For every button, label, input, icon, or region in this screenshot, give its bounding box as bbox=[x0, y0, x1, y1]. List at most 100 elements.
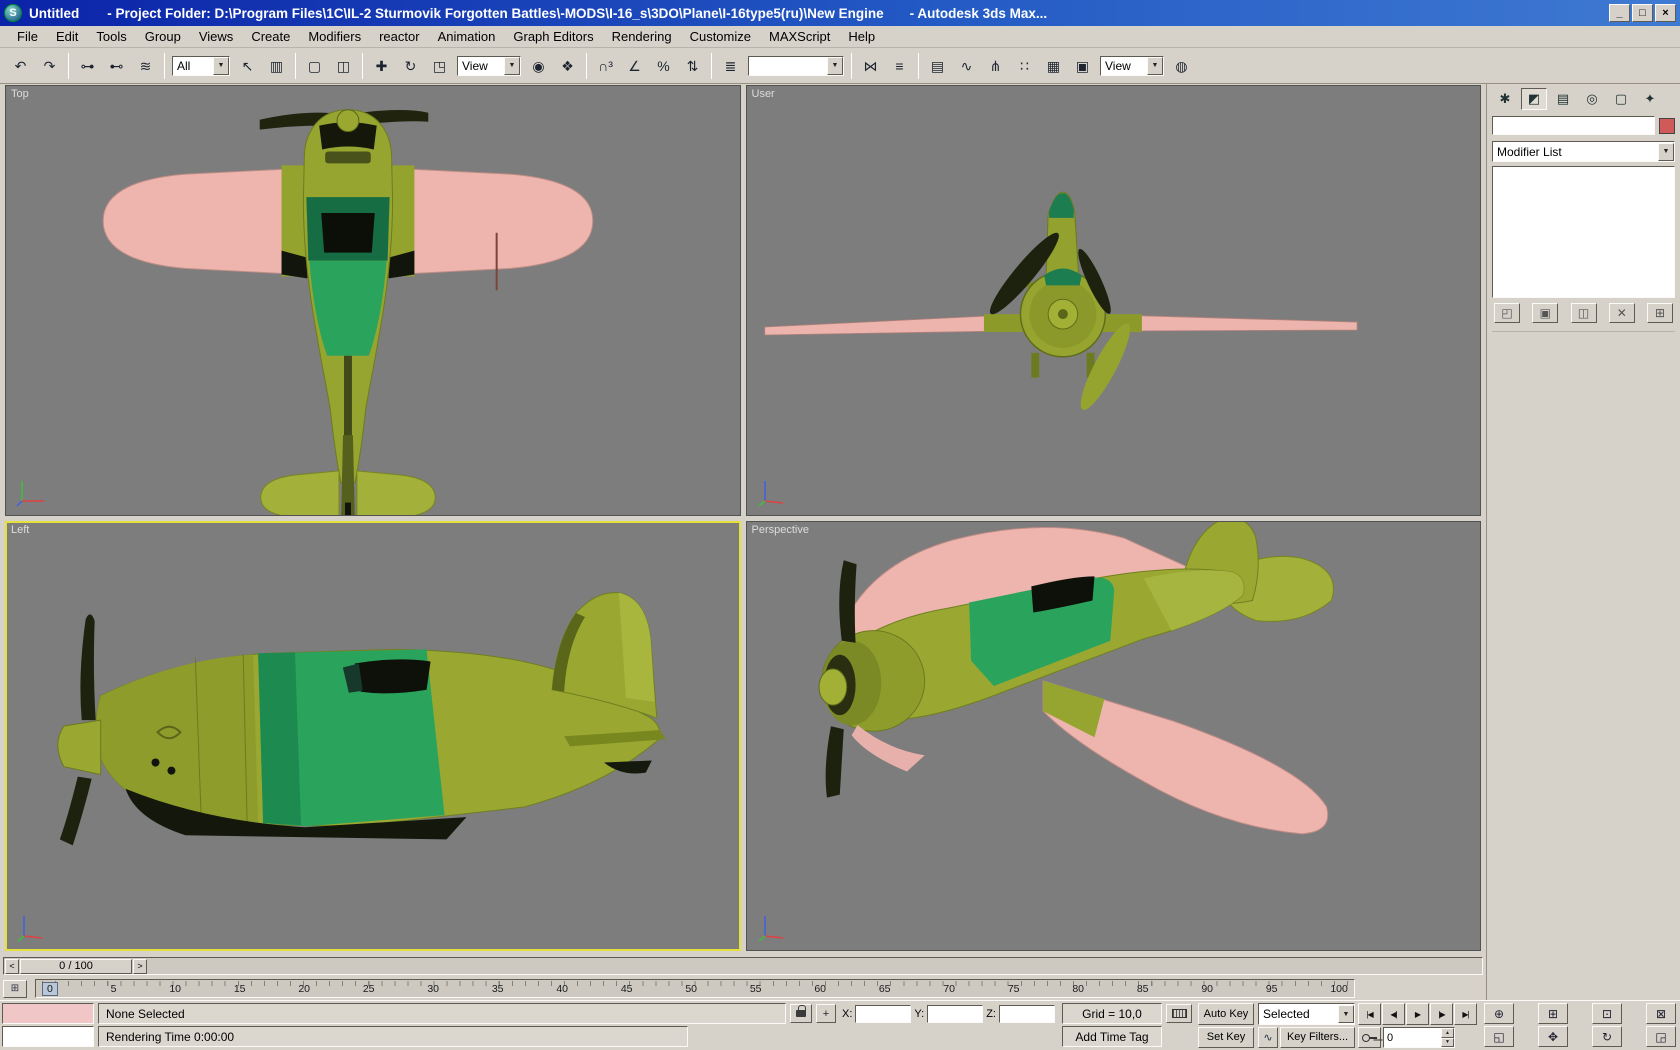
zoom-button[interactable]: ⊕ bbox=[1484, 1003, 1514, 1024]
select-object-button[interactable]: ↖ bbox=[234, 53, 261, 78]
select-and-link-button[interactable]: ⊶ bbox=[74, 53, 101, 78]
configure-modifier-sets-button[interactable]: ⊞ bbox=[1647, 303, 1673, 323]
menu-views[interactable]: Views bbox=[190, 27, 242, 46]
viewport-left-label[interactable]: Left bbox=[11, 524, 29, 536]
z-coordinate-field[interactable] bbox=[998, 1004, 1055, 1023]
reference-coordinate-dropdown[interactable]: View ▼ bbox=[457, 55, 521, 76]
align-button[interactable]: ≡ bbox=[886, 53, 913, 78]
unlink-selection-button[interactable]: ⊷ bbox=[103, 53, 130, 78]
remove-modifier-button[interactable]: ✕ bbox=[1608, 303, 1635, 323]
set-key-button[interactable]: Set Key bbox=[1198, 1027, 1254, 1048]
window-crossing-toggle-button[interactable]: ◫ bbox=[330, 53, 357, 78]
modifier-stack[interactable] bbox=[1492, 166, 1675, 298]
chevron-down-icon[interactable]: ▼ bbox=[1658, 142, 1674, 161]
add-time-tag[interactable]: Add Time Tag bbox=[1062, 1026, 1162, 1047]
hierarchy-tab[interactable]: ▤ bbox=[1550, 88, 1576, 110]
chevron-down-icon[interactable]: ▼ bbox=[504, 56, 520, 75]
keyboard-shortcut-override-toggle[interactable] bbox=[1166, 1004, 1192, 1023]
percent-snap-button[interactable]: % bbox=[650, 53, 677, 78]
chevron-down-icon[interactable]: ▼ bbox=[827, 56, 843, 75]
modify-tab[interactable]: ◩ bbox=[1521, 88, 1547, 110]
selection-filter-dropdown[interactable]: All ▼ bbox=[172, 55, 230, 76]
viewport-top[interactable]: Top bbox=[5, 85, 741, 516]
new-key-tangent-button[interactable]: ∿ bbox=[1258, 1027, 1278, 1048]
maximize-button[interactable]: □ bbox=[1632, 4, 1653, 22]
menu-reactor[interactable]: reactor bbox=[370, 27, 428, 46]
angle-snap-button[interactable]: ∠ bbox=[621, 53, 648, 78]
time-slider-prev-arrow[interactable]: < bbox=[5, 958, 19, 974]
menu-animation[interactable]: Animation bbox=[429, 27, 505, 46]
snaps-toggle-button[interactable]: ∩³ bbox=[592, 53, 619, 78]
spinner-down-icon[interactable]: ▼ bbox=[1441, 1037, 1454, 1047]
time-slider-next-arrow[interactable]: > bbox=[133, 958, 147, 974]
display-tab[interactable]: ▢ bbox=[1608, 88, 1634, 110]
key-filters-button[interactable]: Key Filters... bbox=[1280, 1027, 1355, 1048]
y-coordinate-field[interactable] bbox=[927, 1004, 984, 1023]
title-bar[interactable]: S Untitled - Project Folder: D:\Program … bbox=[0, 0, 1680, 26]
named-selection-dropdown[interactable]: ▼ bbox=[748, 55, 844, 76]
menu-help[interactable]: Help bbox=[839, 27, 884, 46]
menu-create[interactable]: Create bbox=[242, 27, 299, 46]
redo-button[interactable]: ↷ bbox=[36, 53, 63, 78]
show-end-result-button[interactable]: ▣ bbox=[1532, 303, 1559, 323]
menu-graph-editors[interactable]: Graph Editors bbox=[504, 27, 602, 46]
bind-to-space-warp-button[interactable]: ≋ bbox=[132, 53, 159, 78]
track-bar[interactable]: 0 5 10 15 20 25 30 35 40 45 50 55 60 65 … bbox=[35, 979, 1355, 998]
edit-named-selection-sets-button[interactable]: ≣ bbox=[717, 53, 744, 78]
open-mini-curve-editor-button[interactable]: ⊞ bbox=[3, 979, 27, 998]
viewport-perspective[interactable]: Perspective bbox=[745, 520, 1481, 951]
pan-view-button[interactable]: ✥ bbox=[1538, 1026, 1568, 1047]
undo-button[interactable]: ↶ bbox=[7, 53, 34, 78]
render-view-dropdown[interactable]: View ▼ bbox=[1100, 55, 1164, 76]
quick-render-button[interactable]: ◍ bbox=[1168, 53, 1195, 78]
zoom-all-button[interactable]: ⊞ bbox=[1538, 1003, 1568, 1024]
zoom-extents-button[interactable]: ⊡ bbox=[1592, 1003, 1622, 1024]
menu-tools[interactable]: Tools bbox=[87, 27, 135, 46]
spinner-snap-button[interactable]: ⇅ bbox=[679, 53, 706, 78]
create-tab[interactable]: ✱ bbox=[1492, 88, 1518, 110]
close-button[interactable]: × bbox=[1655, 4, 1676, 22]
maxscript-mini-listener-white[interactable] bbox=[2, 1026, 94, 1047]
viewport-user-label[interactable]: User bbox=[752, 88, 775, 100]
material-editor-button[interactable]: ∷ bbox=[1011, 53, 1038, 78]
previous-frame-button[interactable]: ◀| bbox=[1382, 1003, 1405, 1025]
mirror-button[interactable]: ⋈ bbox=[857, 53, 884, 78]
select-and-move-button[interactable]: ✚ bbox=[368, 53, 395, 78]
select-and-rotate-button[interactable]: ↻ bbox=[397, 53, 424, 78]
menu-edit[interactable]: Edit bbox=[47, 27, 87, 46]
menu-modifiers[interactable]: Modifiers bbox=[299, 27, 370, 46]
curve-editor-button[interactable]: ∿ bbox=[953, 53, 980, 78]
chevron-down-icon[interactable]: ▼ bbox=[1147, 56, 1163, 75]
next-frame-button[interactable]: |▶ bbox=[1430, 1003, 1453, 1025]
pin-stack-button[interactable]: ◰ bbox=[1494, 303, 1520, 323]
menu-maxscript[interactable]: MAXScript bbox=[760, 27, 839, 46]
auto-key-button[interactable]: Auto Key bbox=[1198, 1003, 1254, 1025]
schematic-view-button[interactable]: ⋔ bbox=[982, 53, 1009, 78]
play-animation-button[interactable]: ▶ bbox=[1406, 1003, 1429, 1025]
go-to-start-button[interactable]: |◀ bbox=[1358, 1003, 1381, 1025]
modifier-list-dropdown[interactable]: Modifier List ▼ bbox=[1492, 141, 1675, 162]
chevron-down-icon[interactable]: ▼ bbox=[213, 56, 229, 75]
viewport-top-label[interactable]: Top bbox=[11, 88, 29, 100]
layer-manager-button[interactable]: ▤ bbox=[924, 53, 951, 78]
viewport-left[interactable]: Left bbox=[5, 520, 741, 951]
render-type-button[interactable]: ▣ bbox=[1069, 53, 1096, 78]
select-by-name-button[interactable]: ▥ bbox=[263, 53, 290, 78]
object-color-swatch[interactable] bbox=[1659, 117, 1675, 134]
viewport-user[interactable]: User bbox=[745, 85, 1481, 516]
make-unique-button[interactable]: ◫ bbox=[1570, 303, 1597, 323]
menu-group[interactable]: Group bbox=[136, 27, 190, 46]
zoom-extents-all-button[interactable]: ⊠ bbox=[1646, 1003, 1676, 1024]
x-coordinate-field[interactable] bbox=[855, 1004, 912, 1023]
go-to-end-button[interactable]: ▶| bbox=[1454, 1003, 1477, 1025]
maxscript-mini-listener-pink[interactable] bbox=[2, 1003, 94, 1024]
menu-file[interactable]: File bbox=[8, 27, 47, 46]
current-frame-field[interactable] bbox=[1384, 1028, 1441, 1047]
time-slider-handle[interactable]: 0 / 100 bbox=[20, 958, 132, 974]
spinner-up-icon[interactable]: ▲ bbox=[1441, 1028, 1454, 1038]
select-and-scale-button[interactable]: ◳ bbox=[426, 53, 453, 78]
utilities-tab[interactable]: ✦ bbox=[1637, 88, 1663, 110]
min-max-toggle-button[interactable]: ◲ bbox=[1646, 1026, 1676, 1047]
key-mode-toggle[interactable] bbox=[1358, 1027, 1381, 1048]
object-name-field[interactable] bbox=[1492, 116, 1655, 135]
